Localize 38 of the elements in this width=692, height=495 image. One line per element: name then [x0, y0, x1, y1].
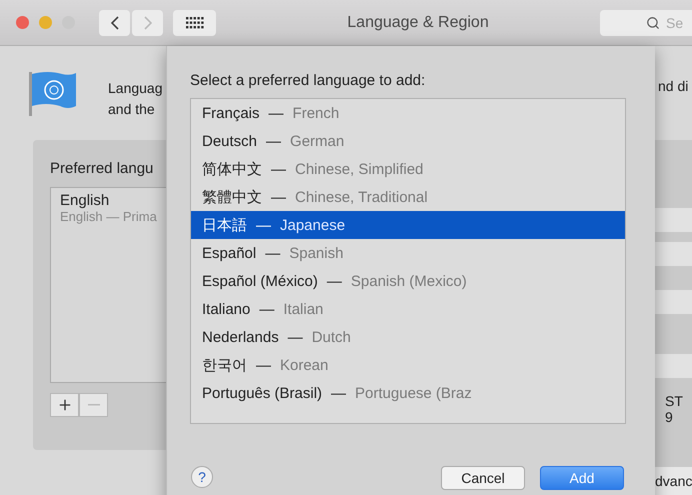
- panel-text: ST: [665, 393, 684, 409]
- language-item[interactable]: 简体中文 — Chinese, Simplified: [191, 155, 625, 183]
- back-button[interactable]: [99, 10, 130, 36]
- language-item[interactable]: Español (México) — Spanish (Mexico): [191, 267, 625, 295]
- cancel-button[interactable]: Cancel: [441, 466, 525, 490]
- list-row: [655, 290, 692, 314]
- description-text: nd di: [658, 78, 690, 94]
- language-name[interactable]: English: [60, 192, 166, 209]
- help-button[interactable]: ?: [191, 466, 213, 488]
- language-item[interactable]: Nederlands — Dutch: [191, 323, 625, 351]
- grid-icon: [186, 16, 204, 28]
- chevron-left-icon: [110, 16, 118, 30]
- language-item[interactable]: Français — French: [191, 99, 625, 127]
- language-item[interactable]: 繁體中文 — Chinese, Traditional: [191, 183, 625, 211]
- language-item[interactable]: 한국어 — Korean: [191, 351, 625, 379]
- list-row: [655, 242, 692, 266]
- search-icon: [646, 16, 660, 30]
- flag-icon: [28, 70, 77, 116]
- chevron-right-icon: [144, 16, 152, 30]
- list-row: [655, 208, 692, 232]
- show-all-button[interactable]: [173, 10, 216, 36]
- description-text: Languag and the: [108, 79, 163, 119]
- plus-icon: [56, 397, 72, 413]
- panel-text: 9: [665, 409, 674, 425]
- language-item[interactable]: Português (Brasil) — Portuguese (Braz: [191, 379, 625, 407]
- panel-label: Preferred langu: [50, 160, 154, 177]
- minimize-button[interactable]: [39, 16, 52, 29]
- language-item[interactable]: 日本語 — Japanese: [191, 211, 625, 239]
- add-button[interactable]: [50, 393, 79, 417]
- close-button[interactable]: [16, 16, 29, 29]
- window-title: Language & Region: [346, 14, 490, 32]
- list-row: [655, 354, 692, 378]
- language-item[interactable]: Español — Spanish: [191, 239, 625, 267]
- language-item[interactable]: Italiano — Italian: [191, 295, 625, 323]
- sheet-title: Select a preferred language to add:: [190, 72, 426, 89]
- language-detail: English — Prima: [60, 209, 158, 224]
- language-item[interactable]: Deutsch — German: [191, 127, 625, 155]
- minus-icon: [88, 404, 100, 406]
